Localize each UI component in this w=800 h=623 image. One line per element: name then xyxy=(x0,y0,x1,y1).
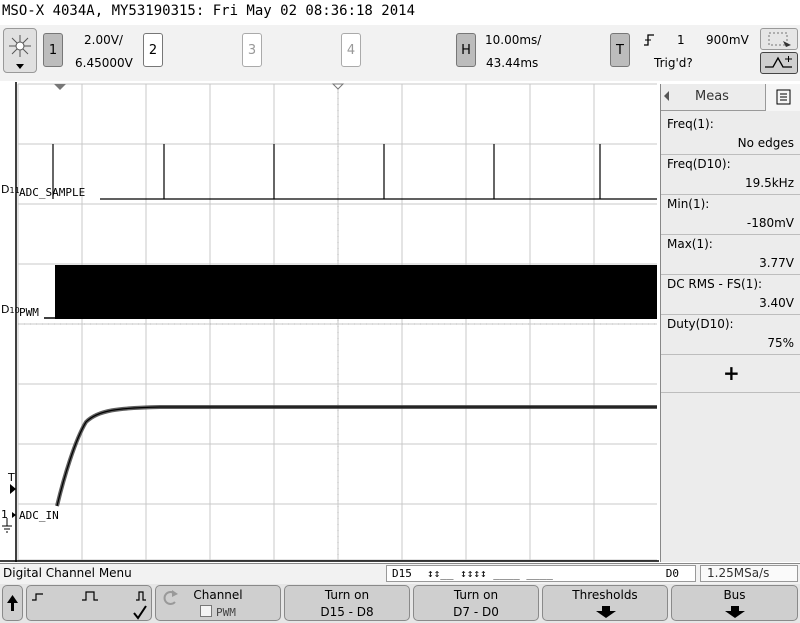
checkbox-icon xyxy=(200,605,213,617)
ch1-marker-label: 1 xyxy=(1,508,8,521)
plus-icon: + xyxy=(723,361,740,385)
waveform-grid xyxy=(0,82,659,562)
meas-item[interactable]: Freq(1): No edges xyxy=(661,115,800,155)
list-icon xyxy=(776,89,791,105)
meas-item[interactable]: Freq(D10): 19.5kHz xyxy=(661,155,800,195)
turn-on-d7-d0-softkey[interactable]: Turn on D7 - D0 xyxy=(413,585,539,621)
window-title: MSO-X 4034A, MY53190315: Fri May 02 08:3… xyxy=(2,3,416,19)
tab-left-arrow-icon xyxy=(664,91,669,101)
d10-label-prefix: D10 xyxy=(1,303,20,316)
ch1-scale: 2.00V/ xyxy=(84,33,123,47)
trigger-key[interactable]: T xyxy=(610,33,630,67)
d11-label-prefix: D11 xyxy=(1,183,20,196)
d10-label: PWM xyxy=(19,306,39,319)
top-toolbar: 1 2.00V/ 6.45000V 2 3 4 H 10.00ms/ 43.44… xyxy=(0,25,800,81)
softkey-bar: Channel PWM Turn on D15 - D8 Turn on D7 … xyxy=(0,584,800,623)
adc-in-label: ADC_IN xyxy=(19,509,59,522)
channel-4-key[interactable]: 4 xyxy=(341,33,361,67)
trigger-level: 900mV xyxy=(706,33,749,47)
channel-select-softkey[interactable]: Channel PWM xyxy=(155,585,281,621)
menu-list-button[interactable] xyxy=(765,84,800,111)
digital-bus-indicator: D15 ↕↕__ ↕↕↕↕ ____ ____ D0 xyxy=(386,565,696,582)
down-arrow-icon xyxy=(725,606,745,618)
time-delay: 43.44ms xyxy=(486,56,539,70)
auto-trigger-button[interactable] xyxy=(760,52,798,74)
thresholds-softkey[interactable]: Thresholds xyxy=(542,585,668,621)
waveform-display[interactable]: D11 ADC_SAMPLE D10 PWM T 1 ADC_IN xyxy=(0,82,659,562)
zoom-box-button[interactable] xyxy=(760,28,798,50)
trigger-marker-label: T xyxy=(8,471,15,484)
meas-item[interactable]: Min(1): -180mV xyxy=(661,195,800,235)
back-button[interactable] xyxy=(2,585,23,621)
bus-softkey[interactable]: Bus xyxy=(671,585,798,621)
channel-3-key[interactable]: 3 xyxy=(242,33,262,67)
threshold-pulse-selector[interactable] xyxy=(26,585,152,621)
sample-rate: 1.25MSa/s xyxy=(700,565,798,582)
crosshair-icon xyxy=(9,35,31,57)
rising-edge-icon xyxy=(644,34,654,46)
meas-item[interactable]: DC RMS - FS(1): 3.40V xyxy=(661,275,800,315)
trigger-status: Trig'd? xyxy=(654,56,693,70)
pulse-shapes-icon xyxy=(32,591,147,620)
measurement-panel: Meas Freq(1): No edges Freq(D10): 19.5kH… xyxy=(660,84,800,562)
turn-on-d15-d8-softkey[interactable]: Turn on D15 - D8 xyxy=(284,585,410,621)
add-measurement-button[interactable]: + xyxy=(661,355,800,393)
dropdown-arrow-icon xyxy=(16,64,24,69)
status-bar: Digital Channel Menu D15 ↕↕__ ↕↕↕↕ ____ … xyxy=(0,563,800,584)
horizontal-key[interactable]: H xyxy=(456,33,476,67)
trigger-source: 1 xyxy=(677,33,685,47)
trigger-mode-icon xyxy=(765,56,792,68)
meas-item[interactable]: Duty(D10): 75% xyxy=(661,315,800,355)
ch1-offset: 6.45000V xyxy=(75,56,133,70)
d11-label: ADC_SAMPLE xyxy=(19,186,86,199)
quick-action-button[interactable] xyxy=(3,28,37,73)
zoom-box-icon xyxy=(768,32,791,47)
channel-1-key[interactable]: 1 xyxy=(43,33,63,67)
time-scale: 10.00ms/ xyxy=(485,33,542,47)
menu-title: Digital Channel Menu xyxy=(3,566,132,580)
meas-tab[interactable]: Meas xyxy=(661,84,765,111)
channel-2-key[interactable]: 2 xyxy=(143,33,163,67)
pwm-trace xyxy=(44,265,657,319)
meas-item[interactable]: Max(1): 3.77V xyxy=(661,235,800,275)
down-arrow-icon xyxy=(596,606,616,618)
up-arrow-icon xyxy=(7,595,18,611)
